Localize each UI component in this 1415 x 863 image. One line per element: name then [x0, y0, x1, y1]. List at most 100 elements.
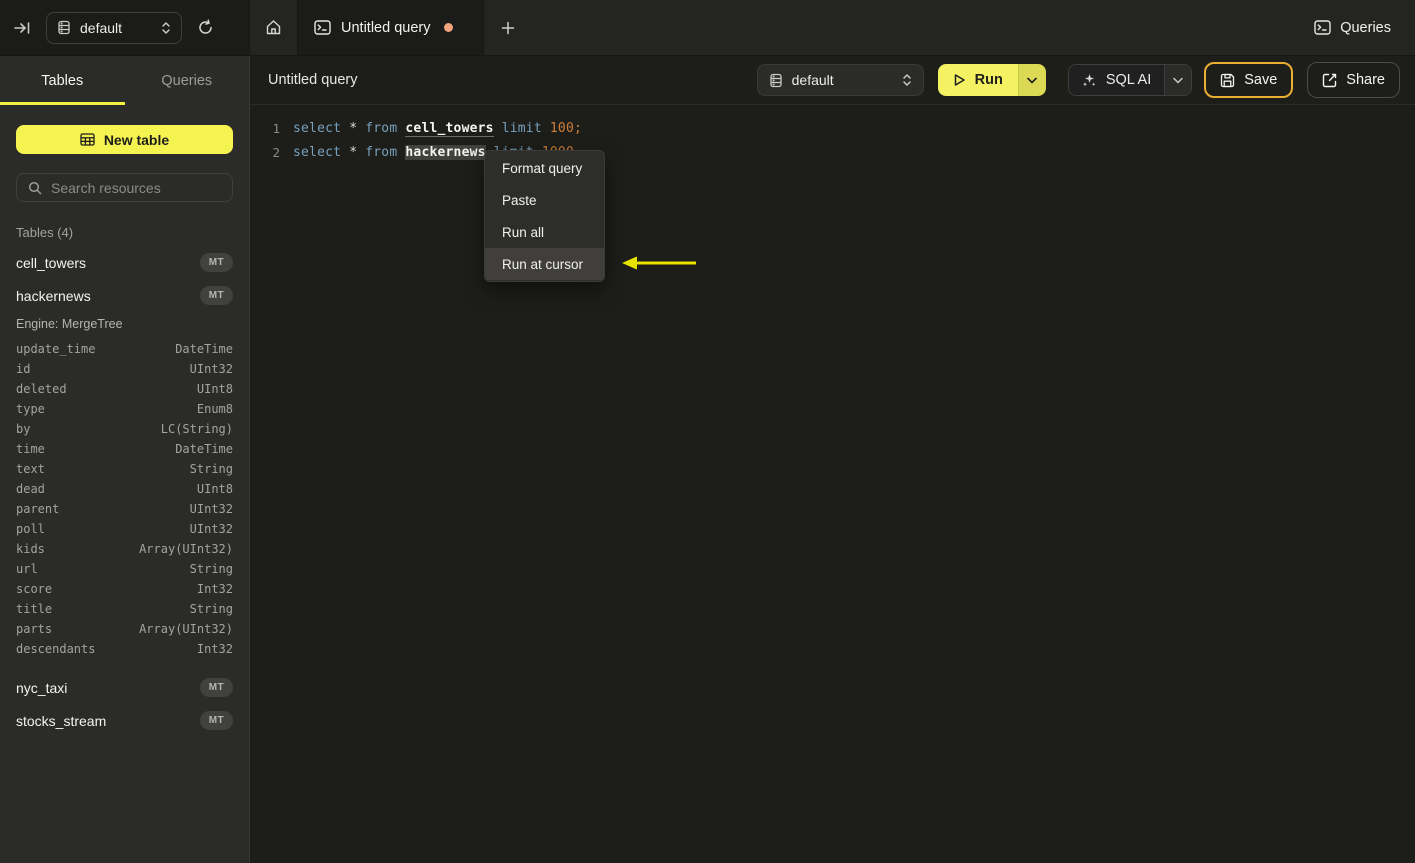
editor-line: 1 select * from cell_towers limit 100;: [264, 116, 1415, 140]
menu-item-run-all[interactable]: Run all: [485, 216, 604, 248]
column-type: String: [189, 602, 233, 616]
database-icon: [769, 73, 783, 88]
column-type: DateTime: [175, 442, 233, 456]
save-floppy-icon: [1220, 73, 1235, 88]
table-grid-icon: [80, 133, 95, 146]
database-icon: [57, 20, 71, 35]
table-row[interactable]: cell_towers MT: [16, 246, 233, 279]
search-box[interactable]: [16, 173, 233, 202]
sidebar-tab-tables[interactable]: Tables: [0, 56, 125, 105]
top-bar: default Untitled query Queries: [0, 0, 1415, 56]
column-name: update_time: [16, 342, 96, 356]
tab-untitled-query[interactable]: Untitled query: [297, 0, 484, 55]
refresh-button[interactable]: [197, 19, 214, 36]
column-name: url: [16, 562, 38, 576]
engine-badge: MT: [199, 253, 233, 272]
new-table-button-label: New table: [103, 131, 170, 148]
sql-ai-button-label: SQL AI: [1105, 72, 1152, 88]
queries-button[interactable]: Queries: [1314, 20, 1391, 36]
sparkles-icon: [1082, 72, 1097, 88]
home-icon: [265, 19, 282, 36]
new-table-button[interactable]: New table: [16, 125, 233, 154]
column-name: deleted: [16, 382, 67, 396]
content-area: Untitled query default Run SQL AI Save S…: [250, 56, 1415, 863]
queries-button-label: Queries: [1340, 19, 1391, 36]
tab-strip: Untitled query: [250, 0, 532, 55]
column-type: Array(UInt32): [139, 542, 233, 556]
search-input[interactable]: [51, 179, 221, 196]
line-number: 2: [272, 144, 280, 160]
toolbar-database-selector[interactable]: default: [756, 64, 924, 96]
table-name: cell_towers: [16, 254, 87, 271]
toolbar-controls: default Run SQL AI Save Share: [756, 62, 1400, 98]
column-row: score Int32: [16, 579, 233, 599]
menu-item-format-query[interactable]: Format query: [485, 152, 604, 184]
sidebar-tab-queries[interactable]: Queries: [125, 56, 250, 105]
save-button-label: Save: [1244, 72, 1278, 88]
table-engine-label: Engine: MergeTree: [16, 317, 123, 331]
column-row: type Enum8: [16, 399, 233, 419]
column-name: descendants: [16, 642, 96, 656]
database-selector[interactable]: default: [46, 11, 182, 44]
column-type: UInt32: [189, 362, 233, 376]
sidebar-tabs: Tables Queries: [0, 56, 249, 105]
table-name: stocks_stream: [16, 712, 107, 729]
toolbar-database-value: default: [791, 72, 834, 88]
column-name: poll: [16, 522, 45, 536]
tables-list: cell_towers MT hackernews MT Engine: MergeTr…: [16, 246, 233, 737]
column-name: title: [16, 602, 53, 616]
column-row: by LC(String): [16, 419, 233, 439]
share-button-label: Share: [1346, 72, 1385, 88]
share-button[interactable]: Share: [1307, 62, 1400, 98]
query-title: Untitled query: [268, 72, 358, 88]
column-type: String: [189, 462, 233, 476]
chevron-updown-icon: [902, 73, 912, 87]
column-type: Array(UInt32): [139, 622, 233, 636]
chevron-down-icon: [1173, 77, 1183, 84]
column-type: UInt8: [196, 482, 233, 496]
home-button[interactable]: [250, 0, 297, 55]
database-selector-value: default: [80, 19, 123, 36]
table-row[interactable]: stocks_stream MT: [16, 704, 233, 737]
unsaved-changes-dot: [444, 23, 454, 32]
column-type: Enum8: [196, 402, 233, 416]
column-row: parent UInt32: [16, 499, 233, 519]
run-button[interactable]: Run: [937, 64, 1018, 96]
sql-editor[interactable]: 1 select * from cell_towers limit 100; 2 se…: [250, 105, 1415, 863]
table-row[interactable]: nyc_taxi MT: [16, 671, 233, 704]
column-name: dead: [16, 482, 45, 496]
top-bar-left: default: [0, 0, 250, 55]
chevron-updown-icon: [161, 21, 171, 35]
tables-section-label: Tables (4): [16, 225, 74, 240]
column-name: time: [16, 442, 45, 456]
column-row: title String: [16, 599, 233, 619]
engine-badge: MT: [199, 678, 233, 697]
code-token: *: [349, 144, 366, 160]
run-options-button[interactable]: [1017, 64, 1046, 96]
engine-badge: MT: [199, 286, 233, 305]
sql-ai-options-button[interactable]: [1164, 65, 1192, 95]
column-name: id: [16, 362, 31, 376]
top-bar-right: Queries: [1314, 0, 1415, 55]
save-button[interactable]: Save: [1204, 62, 1294, 98]
sidebar: Tables Queries New table Search resource…: [0, 56, 250, 863]
sidebar-body: New table Tables (4) cell_towersMThacker…: [0, 105, 249, 737]
new-tab-button[interactable]: [484, 0, 532, 55]
table-row[interactable]: hackernews MT: [16, 279, 233, 312]
column-type: String: [189, 562, 233, 576]
code-token: select: [293, 144, 350, 160]
refresh-icon: [197, 19, 214, 36]
column-name: kids: [16, 542, 45, 556]
main-area: Tables Queries New table Search resource…: [0, 56, 1415, 863]
plus-icon: [501, 21, 515, 35]
sql-ai-button[interactable]: SQL AI: [1068, 65, 1165, 95]
column-type: LC(String): [160, 422, 233, 436]
tab-label: Untitled query: [341, 19, 431, 36]
collapse-sidebar-button[interactable]: [14, 20, 31, 36]
menu-item-run-at-cursor[interactable]: Run at cursor: [485, 248, 604, 280]
column-name: parent: [16, 502, 60, 516]
menu-item-paste[interactable]: Paste: [485, 184, 604, 216]
code-token: *: [349, 120, 366, 136]
column-row: id UInt32: [16, 359, 233, 379]
